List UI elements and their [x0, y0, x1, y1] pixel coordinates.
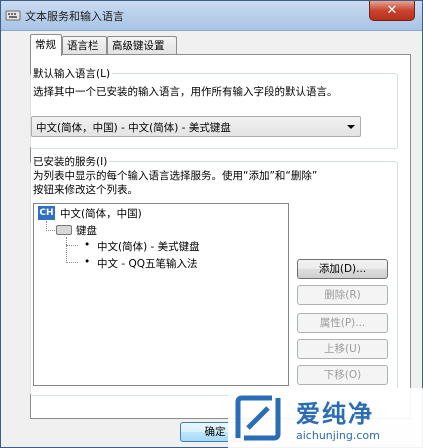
watermark-url: aichunjing.com	[296, 429, 380, 442]
tree-item-bullet: •	[84, 256, 91, 268]
installed-services-group-label: 已安装的服务(I)	[31, 154, 110, 169]
tree-item-bullet: •	[84, 239, 91, 251]
tree-item-service[interactable]: 中文 - QQ五笔输入法	[97, 256, 198, 271]
tree-item-service[interactable]: 中文(简体) - 美式键盘	[97, 239, 200, 254]
chevron-down-icon	[347, 125, 355, 129]
properties-button[interactable]: 属性(P)...	[297, 313, 388, 333]
services-description-line2: 按钮来修改这个列表。	[33, 184, 138, 196]
default-language-group-label: 默认输入语言(L)	[31, 66, 113, 81]
services-description-line1: 为列表中显示的每个输入语言选择服务。使用“添加”和“删除”	[33, 170, 318, 182]
tree-connector	[66, 262, 78, 263]
tree-item-keyboard[interactable]: 键盘	[76, 223, 97, 238]
watermark-logo-icon	[235, 395, 281, 441]
language-badge-icon: CH	[38, 206, 55, 220]
default-language-value: 中文(简体，中国) - 中文(简体) - 美式键盘	[36, 122, 231, 134]
tree-connector	[46, 230, 55, 231]
move-down-button[interactable]: 下移(O)	[297, 365, 388, 385]
move-up-button[interactable]: 上移(U)	[297, 339, 388, 359]
tab-language-bar[interactable]: 语言栏	[62, 36, 107, 55]
add-button[interactable]: 添加(D)...	[297, 259, 388, 279]
remove-button[interactable]: 删除(R)	[297, 285, 388, 305]
close-button[interactable]: ✕	[369, 1, 415, 21]
tab-general[interactable]: 常规	[30, 34, 62, 56]
keyboard-category-icon	[56, 225, 72, 235]
tree-item-language[interactable]: 中文(简体，中国)	[60, 206, 142, 221]
window-title: 文本服务和输入语言	[25, 10, 124, 23]
tree-connector	[66, 245, 78, 246]
keyboard-icon	[5, 10, 21, 21]
default-language-select[interactable]: 中文(简体，中国) - 中文(简体) - 美式键盘	[31, 116, 361, 137]
tab-advanced-key-settings[interactable]: 高级键设置	[107, 36, 177, 55]
close-icon: ✕	[386, 3, 398, 18]
title-bar[interactable]: 文本服务和输入语言	[1, 1, 422, 31]
watermark-brand: 爱纯净	[296, 400, 374, 428]
default-language-description: 选择其中一个已安装的输入语言，用作所有输入字段的默认语言。	[33, 86, 338, 98]
tree-connector	[66, 237, 67, 263]
